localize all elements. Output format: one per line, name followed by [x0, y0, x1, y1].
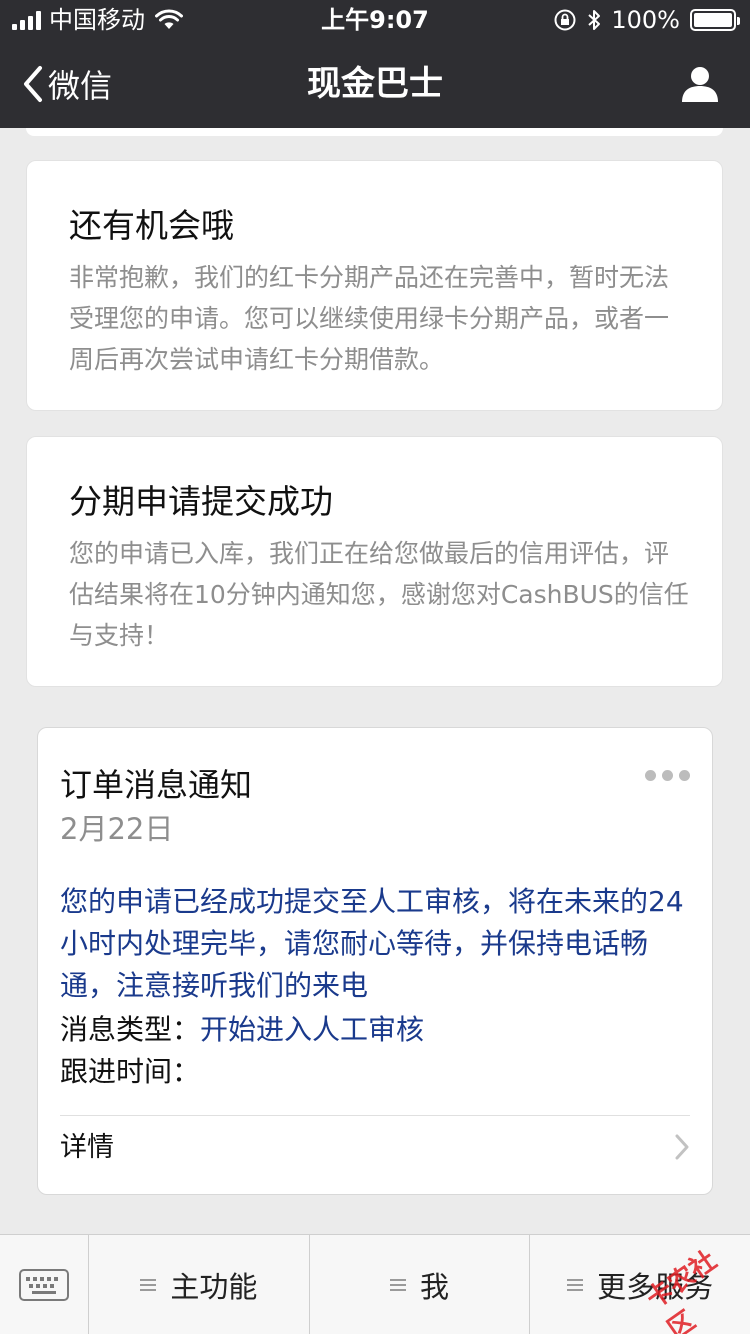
battery-percent: 100% — [611, 6, 680, 34]
menu-icon — [390, 1279, 406, 1291]
menu-icon — [567, 1279, 584, 1291]
menu-main-functions[interactable]: 主功能 — [89, 1235, 310, 1334]
message-type-value: 开始进入人工审核 — [200, 1013, 425, 1046]
menu-icon — [140, 1279, 157, 1291]
details-link[interactable]: 详情 — [60, 1128, 114, 1168]
more-options-icon[interactable] — [645, 770, 690, 781]
previous-message-edge — [26, 128, 723, 136]
message-card-2[interactable]: 分期申请提交成功 您的申请已入库，我们正在给您做最后的信用评估，评估结果将在10… — [26, 436, 723, 687]
message-card-1[interactable]: 还有机会哦 非常抱歉，我们的红卡分期产品还在完善中，暂时无法受理您的申请。您可以… — [26, 160, 723, 411]
notification-date: 2月22日 — [60, 812, 174, 846]
order-notification-card[interactable]: 订单消息通知 2月22日 您的申请已经成功提交至人工审核，将在未来的24小时内处… — [37, 727, 713, 1195]
nav-bar: 微信 现金巴士 — [0, 40, 750, 128]
profile-icon[interactable] — [680, 64, 720, 104]
followup-time-row: 跟进时间： — [60, 1051, 200, 1093]
battery-fill — [694, 13, 732, 27]
battery-icon — [690, 9, 740, 31]
divider — [60, 1115, 690, 1116]
followup-time-label: 跟进时间： — [60, 1055, 201, 1088]
menu-me[interactable]: 我 — [310, 1235, 531, 1334]
menu-label: 我 — [420, 1270, 450, 1304]
notification-message: 您的申请已经成功提交至人工审核，将在未来的24小时内处理完毕，请您耐心等待，并保… — [60, 885, 684, 1002]
card-body: 非常抱歉，我们的红卡分期产品还在完善中，暂时无法受理您的申请。您可以继续使用绿卡… — [69, 263, 670, 374]
rotation-lock-icon — [554, 9, 576, 31]
keyboard-icon — [19, 1269, 69, 1301]
card-body: 您的申请已入库，我们正在给您做最后的信用评估，评估结果将在10分钟内通知您，感谢… — [69, 539, 689, 650]
card-title: 还有机会哦 — [69, 206, 234, 245]
card-title: 分期申请提交成功 — [69, 482, 333, 521]
page-title: 现金巴士 — [307, 64, 443, 104]
message-type-label: 消息类型： — [60, 1013, 201, 1046]
status-bar: 中国移动 上午9:07 100% — [0, 0, 750, 40]
top-bar: 中国移动 上午9:07 100% 微信 现金巴士 — [0, 0, 750, 128]
chevron-right-icon[interactable] — [674, 1133, 690, 1161]
bluetooth-icon — [588, 10, 601, 30]
menu-label: 主功能 — [170, 1270, 258, 1304]
keyboard-toggle-button[interactable] — [0, 1235, 89, 1334]
status-right: 100% — [553, 0, 740, 40]
notification-title: 订单消息通知 — [60, 766, 253, 804]
message-type-row: 消息类型：开始进入人工审核 — [60, 1009, 424, 1051]
